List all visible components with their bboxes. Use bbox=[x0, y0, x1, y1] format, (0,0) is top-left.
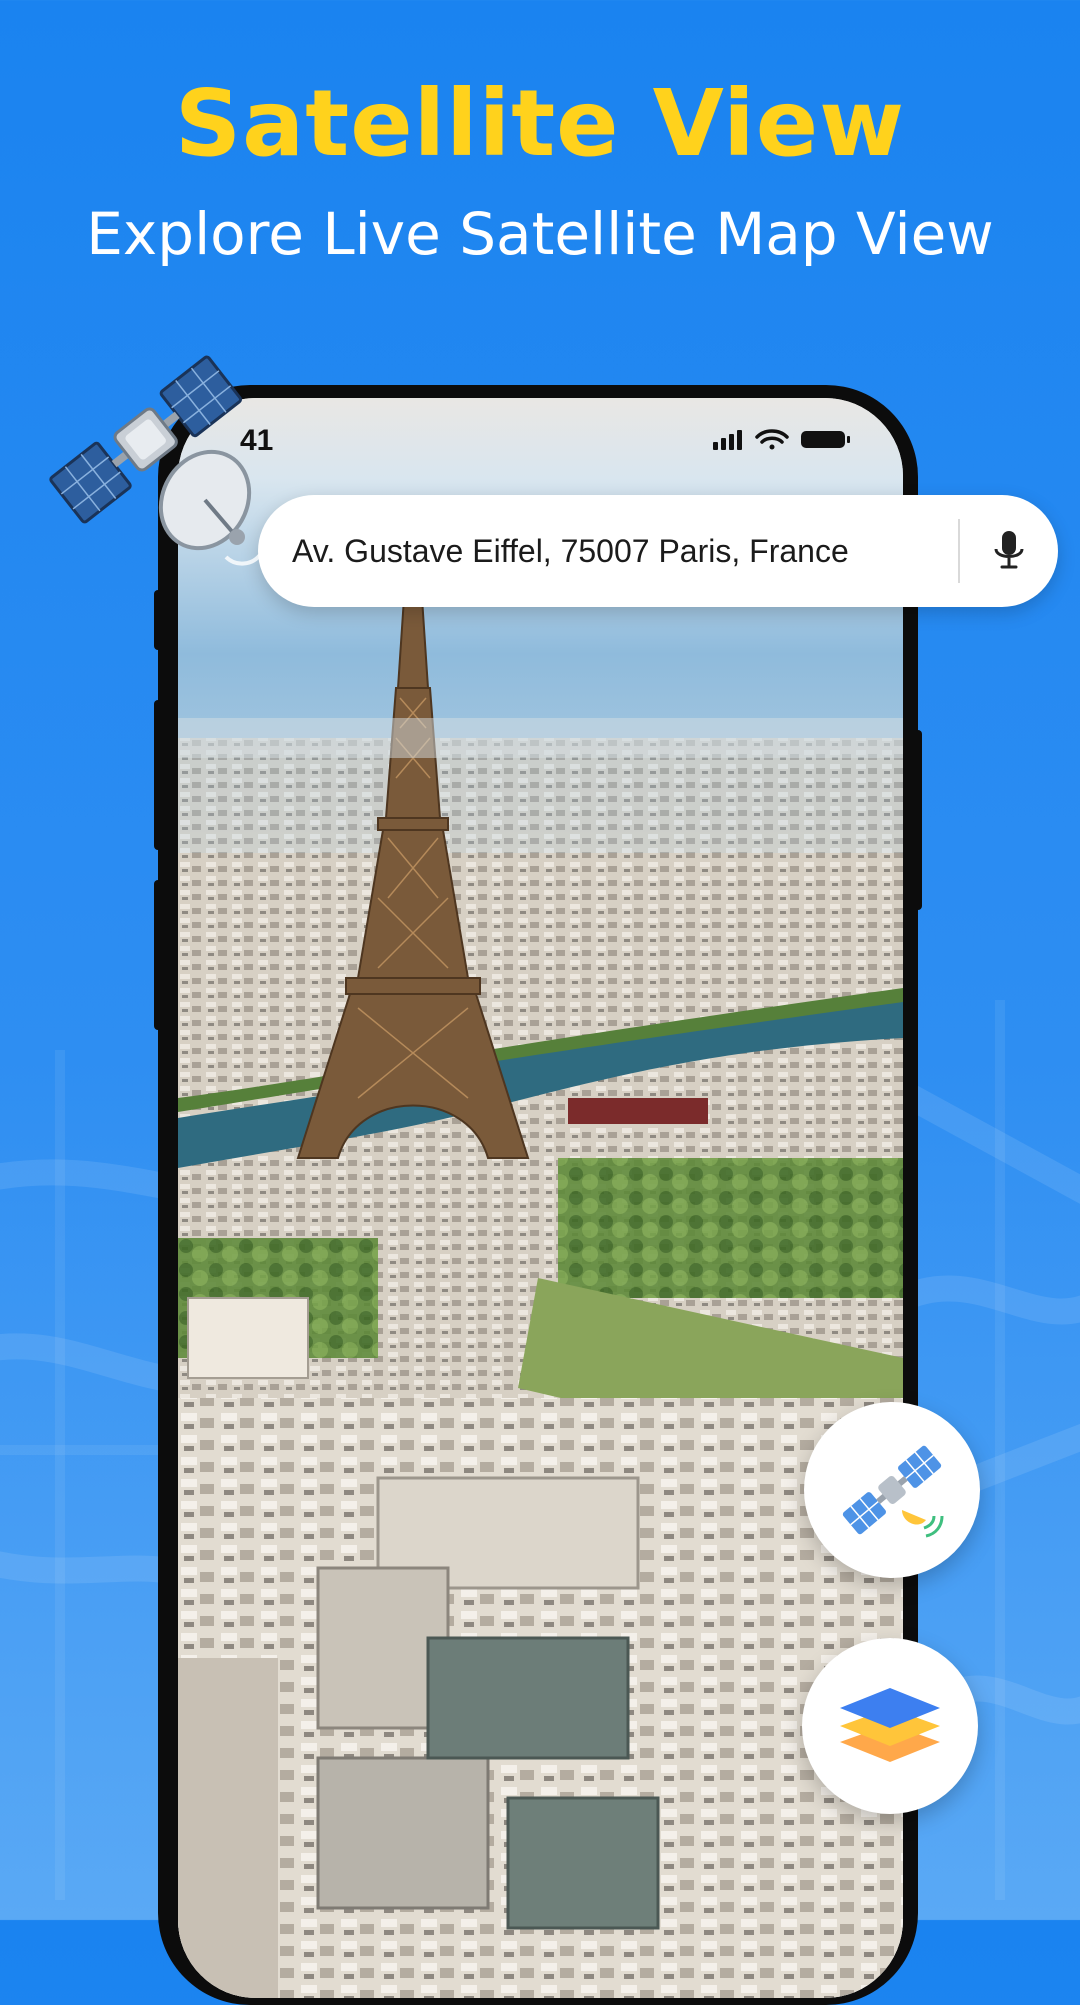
layers-icon bbox=[840, 1688, 940, 1762]
microphone-icon[interactable] bbox=[983, 525, 1035, 577]
status-icons bbox=[713, 429, 850, 450]
signal-icon bbox=[713, 430, 742, 450]
map-layers-button[interactable] bbox=[802, 1638, 978, 1814]
phone-volume-down bbox=[154, 880, 162, 1030]
phone-screen: 41 bbox=[178, 398, 903, 1998]
satellite-map-image[interactable] bbox=[178, 398, 903, 1998]
satellite-dish-illustration bbox=[49, 355, 262, 566]
wifi-icon bbox=[755, 429, 789, 450]
phone-silent-switch bbox=[154, 590, 162, 650]
phone-power-button bbox=[914, 730, 922, 910]
satellite-icon bbox=[842, 1445, 944, 1538]
search-divider bbox=[958, 519, 960, 583]
phone-volume-up bbox=[154, 700, 162, 850]
page-subtitle: Explore Live Satellite Map View bbox=[86, 200, 994, 268]
search-input[interactable]: Av. Gustave Eiffel, 75007 Paris, France bbox=[292, 495, 849, 607]
satellite-view-button[interactable] bbox=[804, 1402, 980, 1578]
location-search-bar[interactable]: Av. Gustave Eiffel, 75007 Paris, France bbox=[258, 495, 1058, 607]
battery-icon bbox=[801, 431, 850, 448]
page-title: Satellite View bbox=[174, 70, 906, 177]
